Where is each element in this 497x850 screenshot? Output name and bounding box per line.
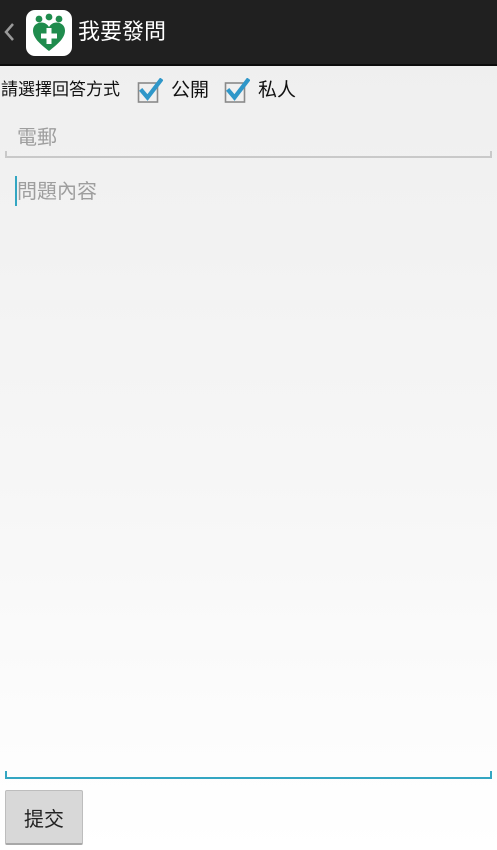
app-logo-icon[interactable]: [26, 10, 72, 56]
answer-mode-row: 請選擇回答方式 公開 私人: [0, 73, 497, 107]
question-content-field[interactable]: 問題內容: [5, 166, 492, 779]
private-checkbox-label: 私人: [258, 79, 297, 101]
checkbox-checked-icon: [224, 78, 250, 103]
public-checkbox[interactable]: 公開: [137, 75, 219, 105]
private-checkbox[interactable]: 私人: [224, 75, 304, 105]
question-content-placeholder: 問題內容: [17, 179, 97, 203]
checkbox-checked-icon: [137, 78, 163, 103]
email-field[interactable]: 電郵: [5, 114, 492, 158]
medical-heart-people-icon: [33, 13, 65, 51]
submit-button[interactable]: 提交: [5, 790, 83, 845]
public-checkbox-label: 公開: [171, 79, 210, 101]
chevron-left-icon[interactable]: [2, 20, 16, 44]
answer-mode-label: 請選擇回答方式: [1, 80, 120, 100]
page-title: 我要發問: [78, 20, 167, 45]
action-bar: 我要發問: [0, 0, 497, 66]
email-placeholder: 電郵: [17, 125, 57, 149]
